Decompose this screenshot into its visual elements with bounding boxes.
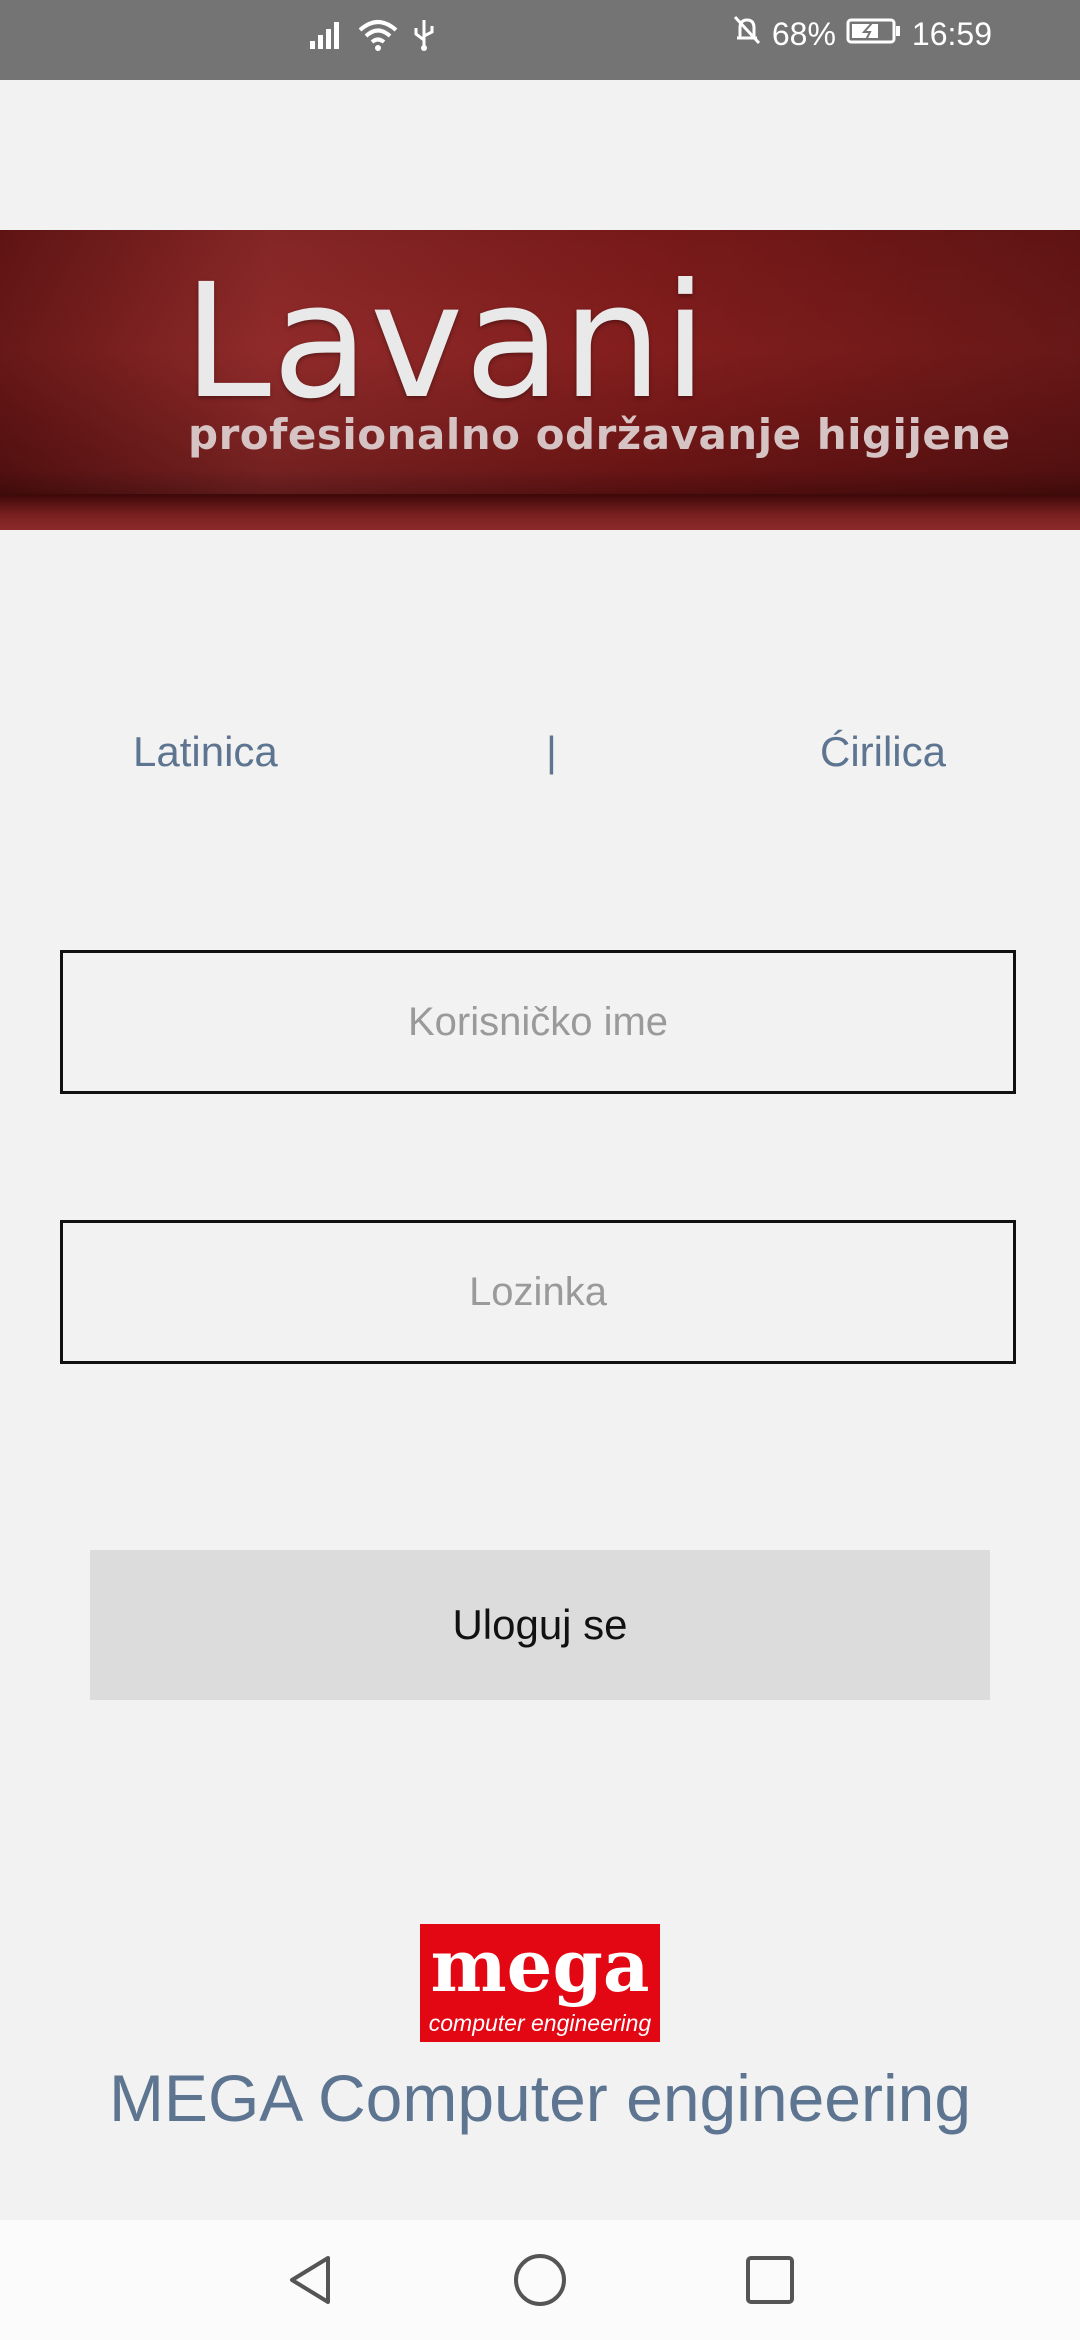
- mute-bell-icon: [732, 14, 762, 54]
- brand-banner: Lavani profesionalno održavanje higijene: [0, 230, 1080, 530]
- login-button[interactable]: Uloguj se: [90, 1550, 990, 1700]
- clock: 16:59: [911, 15, 992, 52]
- wifi-icon: [358, 18, 398, 57]
- password-field[interactable]: [60, 1220, 1016, 1364]
- mega-logo: mega computer engineering: [420, 1924, 660, 2042]
- signal-icon: [308, 19, 344, 56]
- status-left-icons: [308, 18, 436, 57]
- language-cyrillic-link[interactable]: Ćirilica: [820, 728, 946, 776]
- username-input[interactable]: [63, 952, 1013, 1092]
- system-nav-bar: [0, 2220, 1080, 2340]
- usb-icon: [412, 18, 436, 57]
- battery-percent: 68%: [771, 15, 836, 52]
- company-name: MEGA Computer engineering: [108, 2061, 972, 2135]
- language-separator: |: [546, 728, 557, 775]
- language-latin-link[interactable]: Latinica: [133, 728, 278, 776]
- banner-strip: [0, 494, 1080, 530]
- brand-title: Lavani: [183, 250, 709, 434]
- password-input[interactable]: [63, 1222, 1013, 1362]
- brand-tagline: profesionalno održavanje higijene: [188, 410, 1011, 459]
- mega-logo-word: mega: [430, 1923, 650, 2008]
- back-icon[interactable]: [280, 2250, 340, 2310]
- recent-apps-icon[interactable]: [740, 2250, 800, 2310]
- battery-charging-icon: [846, 16, 902, 53]
- status-bar: 68% 16:59: [0, 0, 1080, 80]
- status-right-info: 68% 16:59: [732, 14, 992, 54]
- home-icon[interactable]: [510, 2250, 570, 2310]
- username-field[interactable]: [60, 950, 1016, 1094]
- mega-logo-subtitle: computer engineering: [428, 2010, 652, 2036]
